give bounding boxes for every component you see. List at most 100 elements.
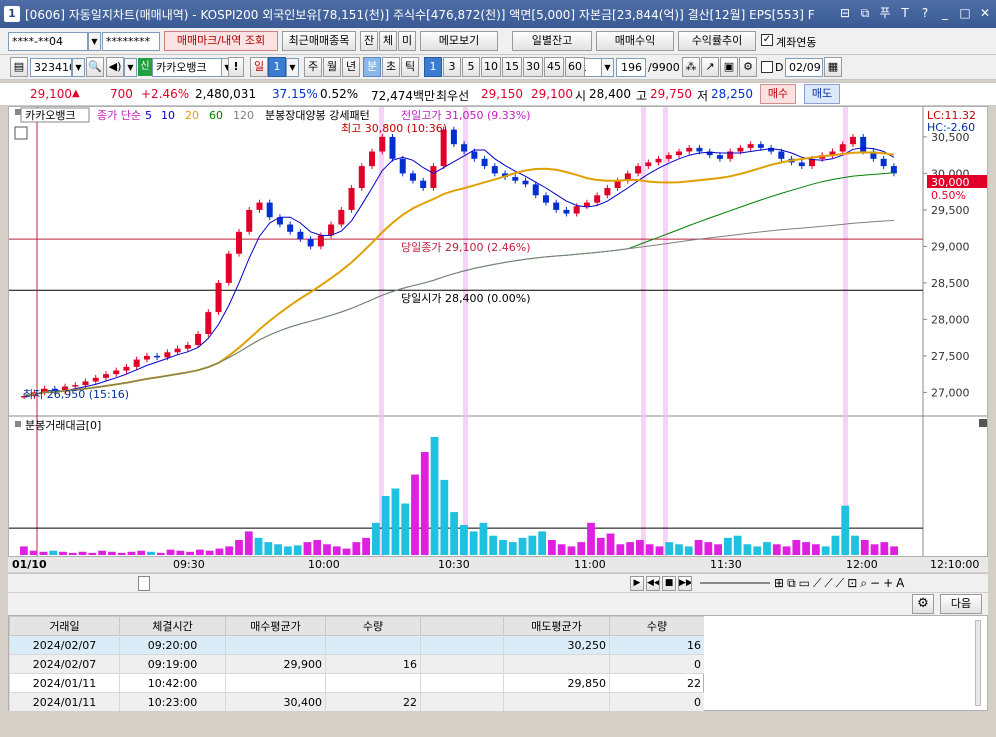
stock-code-input[interactable]: 323410	[30, 58, 72, 77]
pin-icon[interactable]: 푸	[878, 5, 892, 21]
period-day-value[interactable]: 1	[268, 57, 286, 77]
account-input[interactable]: ****-**04	[8, 32, 88, 51]
tab-jan[interactable]: 잔	[360, 31, 378, 51]
line-tool-icon[interactable]: ⟋	[813, 576, 821, 591]
speaker-icon[interactable]: ◀)	[106, 57, 124, 77]
minimize-icon[interactable]: _	[938, 5, 952, 21]
daily-balance-button[interactable]: 일별잔고	[512, 31, 592, 51]
window-controls: ⊟ ⧉ 푸 T ? _ □ ✕	[838, 5, 992, 21]
date-checkbox[interactable]	[761, 61, 773, 73]
grid-vscroll[interactable]	[975, 620, 981, 706]
volume-bar	[98, 550, 106, 555]
layout-icon[interactable]: ⊟	[838, 5, 852, 21]
text-tool-icon[interactable]: A	[896, 576, 904, 591]
high-label: 최고 30,800 (10:36)	[341, 122, 447, 135]
grid-header-4[interactable]	[420, 616, 504, 636]
grid-header-1[interactable]: 체결시간	[119, 616, 226, 636]
layout-split-icon[interactable]: ⊞	[774, 576, 784, 591]
zoom-box-icon[interactable]: ▭	[799, 576, 810, 591]
volume-bar	[303, 542, 312, 555]
interval-button-60[interactable]: 60	[565, 57, 585, 77]
sell-button[interactable]: 매도	[804, 84, 840, 104]
candle-body	[379, 136, 386, 152]
rewind-icon[interactable]: ◀◀	[646, 576, 660, 591]
line-tool3-icon[interactable]: ⟋	[836, 576, 844, 591]
period-tick-button[interactable]: 틱	[401, 57, 419, 77]
volume-bar	[655, 546, 664, 555]
grid-header-3[interactable]: 수량	[325, 616, 421, 636]
table-cell: 30,250	[503, 635, 610, 655]
password-input[interactable]: ********	[102, 32, 160, 51]
line-tool2-icon[interactable]: ⟋	[824, 576, 832, 591]
table-row[interactable]: 2024/01/11 10:42:00 29,850 22	[9, 673, 705, 693]
period-second-button[interactable]: 초	[382, 57, 400, 77]
interval-button-5[interactable]: 5	[462, 57, 480, 77]
memo-button[interactable]: 메모보기	[420, 31, 498, 51]
font-icon[interactable]: T	[898, 5, 912, 21]
layout-copy-icon[interactable]: ⧉	[787, 576, 796, 591]
buy-button[interactable]: 매수	[760, 84, 796, 104]
chart-area[interactable]: 30,500 30,000 29,500 29,000 28,500 28,000 27,5…	[8, 106, 988, 571]
zoom-in-icon[interactable]: +	[883, 576, 893, 591]
interval-custom-dropdown[interactable]: ▼	[601, 58, 614, 77]
export-icon[interactable]: ⊡	[847, 576, 857, 591]
return-trend-button[interactable]: 수익률추이	[678, 31, 756, 51]
period-week-button[interactable]: 주	[304, 57, 322, 77]
zoom-icon[interactable]: ⌕	[860, 576, 867, 591]
table-row[interactable]: 2024/02/07 09:20:00 30,250 16	[9, 635, 705, 655]
candle-body	[849, 136, 856, 145]
grid-header-5[interactable]: 매도평균가	[503, 616, 610, 636]
search-list-icon[interactable]: ▤	[10, 57, 28, 77]
fast-forward-icon[interactable]: ▶▶	[678, 576, 692, 591]
table-row[interactable]: 2024/02/07 09:19:00 29,900 16 0	[9, 654, 705, 674]
interval-button-30[interactable]: 30	[523, 57, 543, 77]
trade-profit-button[interactable]: 매매수익	[596, 31, 674, 51]
trade-mark-button[interactable]: 매매마크/내역 조회	[164, 31, 278, 51]
save-icon[interactable]: ▣	[720, 57, 738, 77]
account-dropdown[interactable]: ▼	[88, 32, 101, 51]
alert-button[interactable]: !	[228, 57, 244, 77]
stock-name-field[interactable]: 카카오뱅크	[152, 58, 222, 77]
interval-button-1[interactable]: 1	[424, 57, 442, 77]
interval-button-10[interactable]: 10	[481, 57, 501, 77]
search-icon[interactable]: 🔍	[86, 57, 104, 77]
grid-header-6[interactable]: 수량	[609, 616, 705, 636]
period-day-button[interactable]: 일	[250, 57, 268, 77]
scroll-thumb[interactable]	[138, 576, 150, 591]
gear-icon[interactable]: ⚙	[739, 57, 757, 77]
draw-tool-icon[interactable]: ↗	[701, 57, 719, 77]
period-year-button[interactable]: 년	[342, 57, 360, 77]
next-button[interactable]: 다음	[940, 594, 982, 614]
play-icon[interactable]: ▶	[630, 576, 644, 591]
speaker-dropdown[interactable]: ▼	[124, 58, 137, 77]
tab-mi[interactable]: 미	[398, 31, 416, 51]
count-input[interactable]: 196	[616, 58, 646, 77]
interval-button-15[interactable]: 15	[502, 57, 522, 77]
zoom-out-icon[interactable]: −	[870, 576, 880, 591]
interval-button-45[interactable]: 45	[544, 57, 564, 77]
maximize-icon[interactable]: □	[958, 5, 972, 21]
grid-header-2[interactable]: 매수평균가	[225, 616, 326, 636]
recent-items-button[interactable]: 최근매매종목	[282, 31, 356, 51]
restore-layout-icon[interactable]: ⧉	[858, 5, 872, 21]
volume-value: 2,480,031	[195, 87, 257, 101]
date-input[interactable]: 02/09	[785, 58, 823, 77]
close-icon[interactable]: ✕	[978, 5, 992, 21]
interval-button-3[interactable]: 3	[443, 57, 461, 77]
period-month-button[interactable]: 월	[323, 57, 341, 77]
calendar-icon[interactable]: ▦	[824, 57, 842, 77]
table-row[interactable]: 2024/01/11 10:23:00 30,400 22 0	[9, 692, 705, 712]
speed-slider[interactable]	[700, 582, 770, 584]
stop-icon[interactable]: ■	[662, 576, 676, 591]
period-minute-button[interactable]: 분	[363, 57, 381, 77]
grid-header-0[interactable]: 거래일	[9, 616, 120, 636]
help-icon[interactable]: ?	[918, 5, 932, 21]
indicator-icon[interactable]: ⁂	[682, 57, 700, 77]
chart-scroll-bar[interactable]: ▶ ◀◀ ■ ▶▶ ⊞ ⧉ ▭ ⟋ ⟋ ⟋ ⊡ ⌕ − + A	[8, 573, 988, 592]
grid-settings-button[interactable]: ⚙	[912, 594, 934, 614]
stock-code-dropdown[interactable]: ▼	[72, 58, 85, 77]
period-day-dropdown[interactable]: ▼	[286, 58, 299, 77]
tab-che[interactable]: 체	[379, 31, 397, 51]
price-chart[interactable]: 30,50030,00029,50029,00028,50028,00027,5…	[9, 107, 988, 557]
account-link-checkbox[interactable]: ✓	[761, 34, 773, 46]
